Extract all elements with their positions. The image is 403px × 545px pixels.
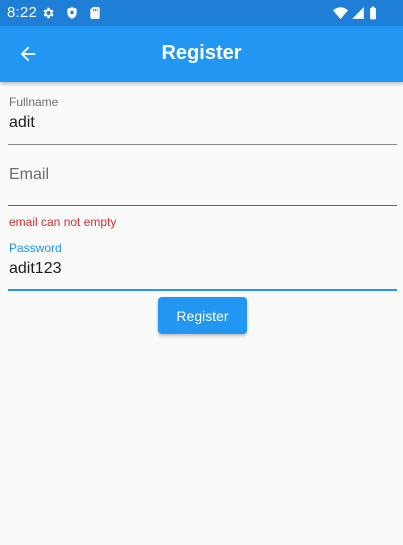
page-title: Register: [161, 42, 242, 64]
app-bar: Register: [0, 26, 403, 82]
fullname-underline: [8, 144, 397, 145]
register-button[interactable]: Register: [158, 297, 247, 334]
password-label: Password: [9, 241, 62, 255]
wifi-icon: [333, 7, 348, 20]
password-field[interactable]: Password adit123: [8, 236, 397, 292]
signal-icon: [352, 7, 364, 19]
status-time: 8:22: [7, 4, 37, 21]
password-value[interactable]: adit123: [9, 260, 62, 278]
email-underline: [8, 205, 397, 206]
shield-icon: [67, 7, 77, 19]
status-bar: 8:22: [0, 0, 403, 26]
sd-card-icon: [90, 7, 100, 19]
email-field[interactable]: Email email can not empty: [8, 160, 397, 232]
fullname-label: Fullname: [9, 95, 59, 109]
email-error-text: email can not empty: [9, 215, 117, 229]
password-underline: [8, 289, 397, 291]
battery-icon: [370, 6, 376, 20]
gear-icon: [43, 7, 54, 19]
fullname-field[interactable]: Fullname adit: [8, 90, 397, 146]
email-label: Email: [9, 166, 50, 183]
fullname-value[interactable]: adit: [9, 114, 35, 132]
